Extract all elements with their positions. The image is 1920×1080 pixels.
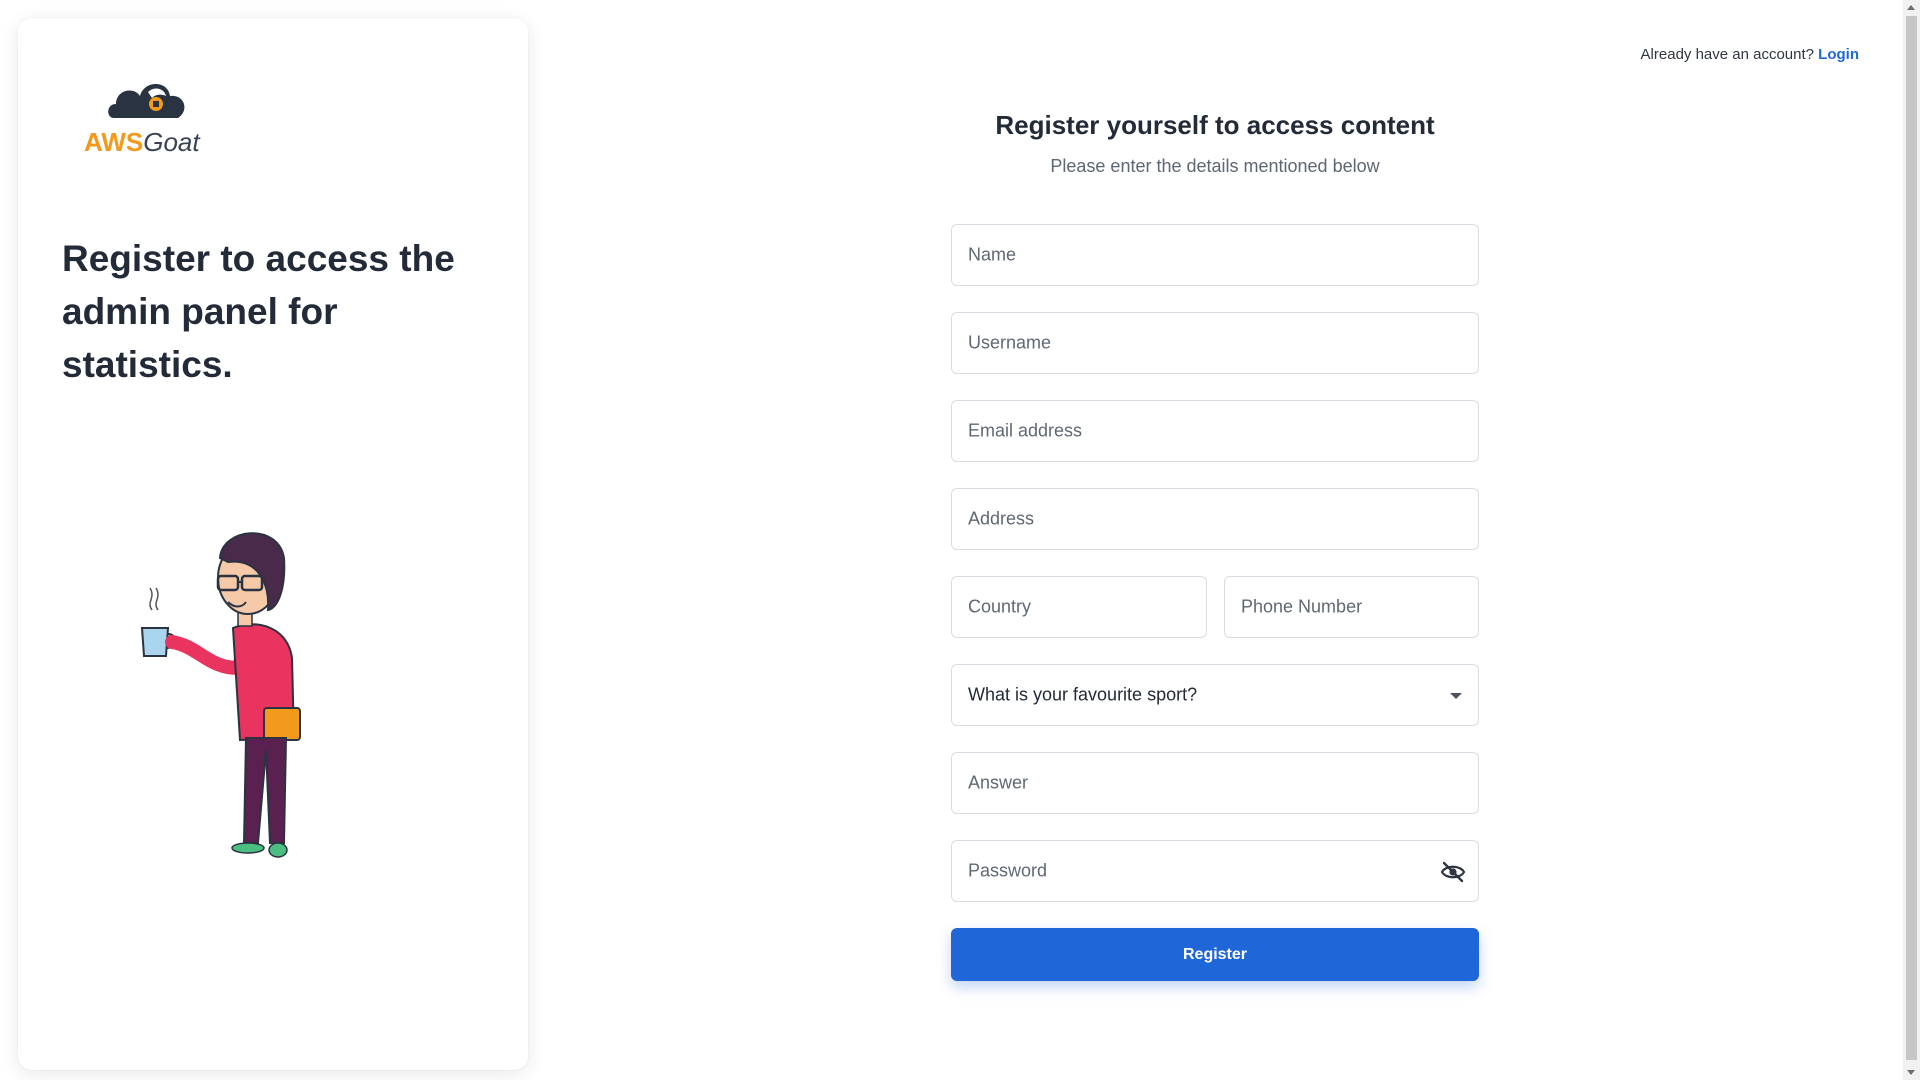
phone-placeholder: Phone Number: [1241, 596, 1363, 617]
name-input[interactable]: Name: [951, 224, 1479, 286]
caret-down-icon: [1450, 693, 1462, 699]
login-prompt: Already have an account? Login: [1641, 46, 1859, 63]
password-input[interactable]: Password: [951, 840, 1479, 902]
name-placeholder: Name: [968, 244, 1017, 265]
eye-slash-icon[interactable]: [1440, 860, 1466, 884]
side-card: AWSGoat Register to access the admin pan…: [18, 18, 528, 1070]
address-input[interactable]: Address: [951, 488, 1479, 550]
form-subtitle: Please enter the details mentioned below: [1050, 156, 1380, 176]
awsgoat-logo: AWSGoat: [84, 70, 234, 160]
answer-input[interactable]: Answer: [951, 752, 1479, 814]
brand-goat: Goat: [143, 127, 200, 157]
email-placeholder: Email address: [968, 420, 1083, 441]
scroll-down-icon[interactable]: [1907, 1070, 1915, 1075]
scrollbar-thumb[interactable]: [1906, 16, 1917, 1060]
sport-select[interactable]: What is your favourite sport?: [951, 664, 1479, 726]
address-placeholder: Address: [968, 508, 1035, 529]
brand-wordmark: AWSGoat: [84, 127, 200, 157]
email-input[interactable]: Email address: [951, 400, 1479, 462]
scroll-up-icon[interactable]: [1907, 5, 1915, 10]
form-title: Register yourself to access content: [995, 110, 1435, 140]
login-prompt-text: Already have an account?: [1640, 46, 1814, 63]
phone-input[interactable]: Phone Number: [1224, 576, 1479, 638]
country-placeholder: Country: [968, 596, 1032, 617]
person-with-coffee-illustration: [140, 532, 301, 858]
sport-select-value: What is your favourite sport?: [968, 684, 1198, 705]
username-input[interactable]: Username: [951, 312, 1479, 374]
country-input[interactable]: Country: [951, 576, 1207, 638]
cloud-goat-icon: [108, 84, 185, 118]
password-placeholder: Password: [968, 860, 1048, 881]
answer-placeholder: Answer: [968, 772, 1029, 793]
username-placeholder: Username: [968, 332, 1052, 353]
hero-text: Register to access the admin panel for s…: [62, 238, 455, 385]
login-link[interactable]: Login: [1818, 46, 1859, 63]
page-scrollbar[interactable]: [1903, 0, 1920, 1080]
register-button[interactable]: Register: [951, 928, 1479, 981]
brand-aws: AWS: [84, 127, 144, 157]
